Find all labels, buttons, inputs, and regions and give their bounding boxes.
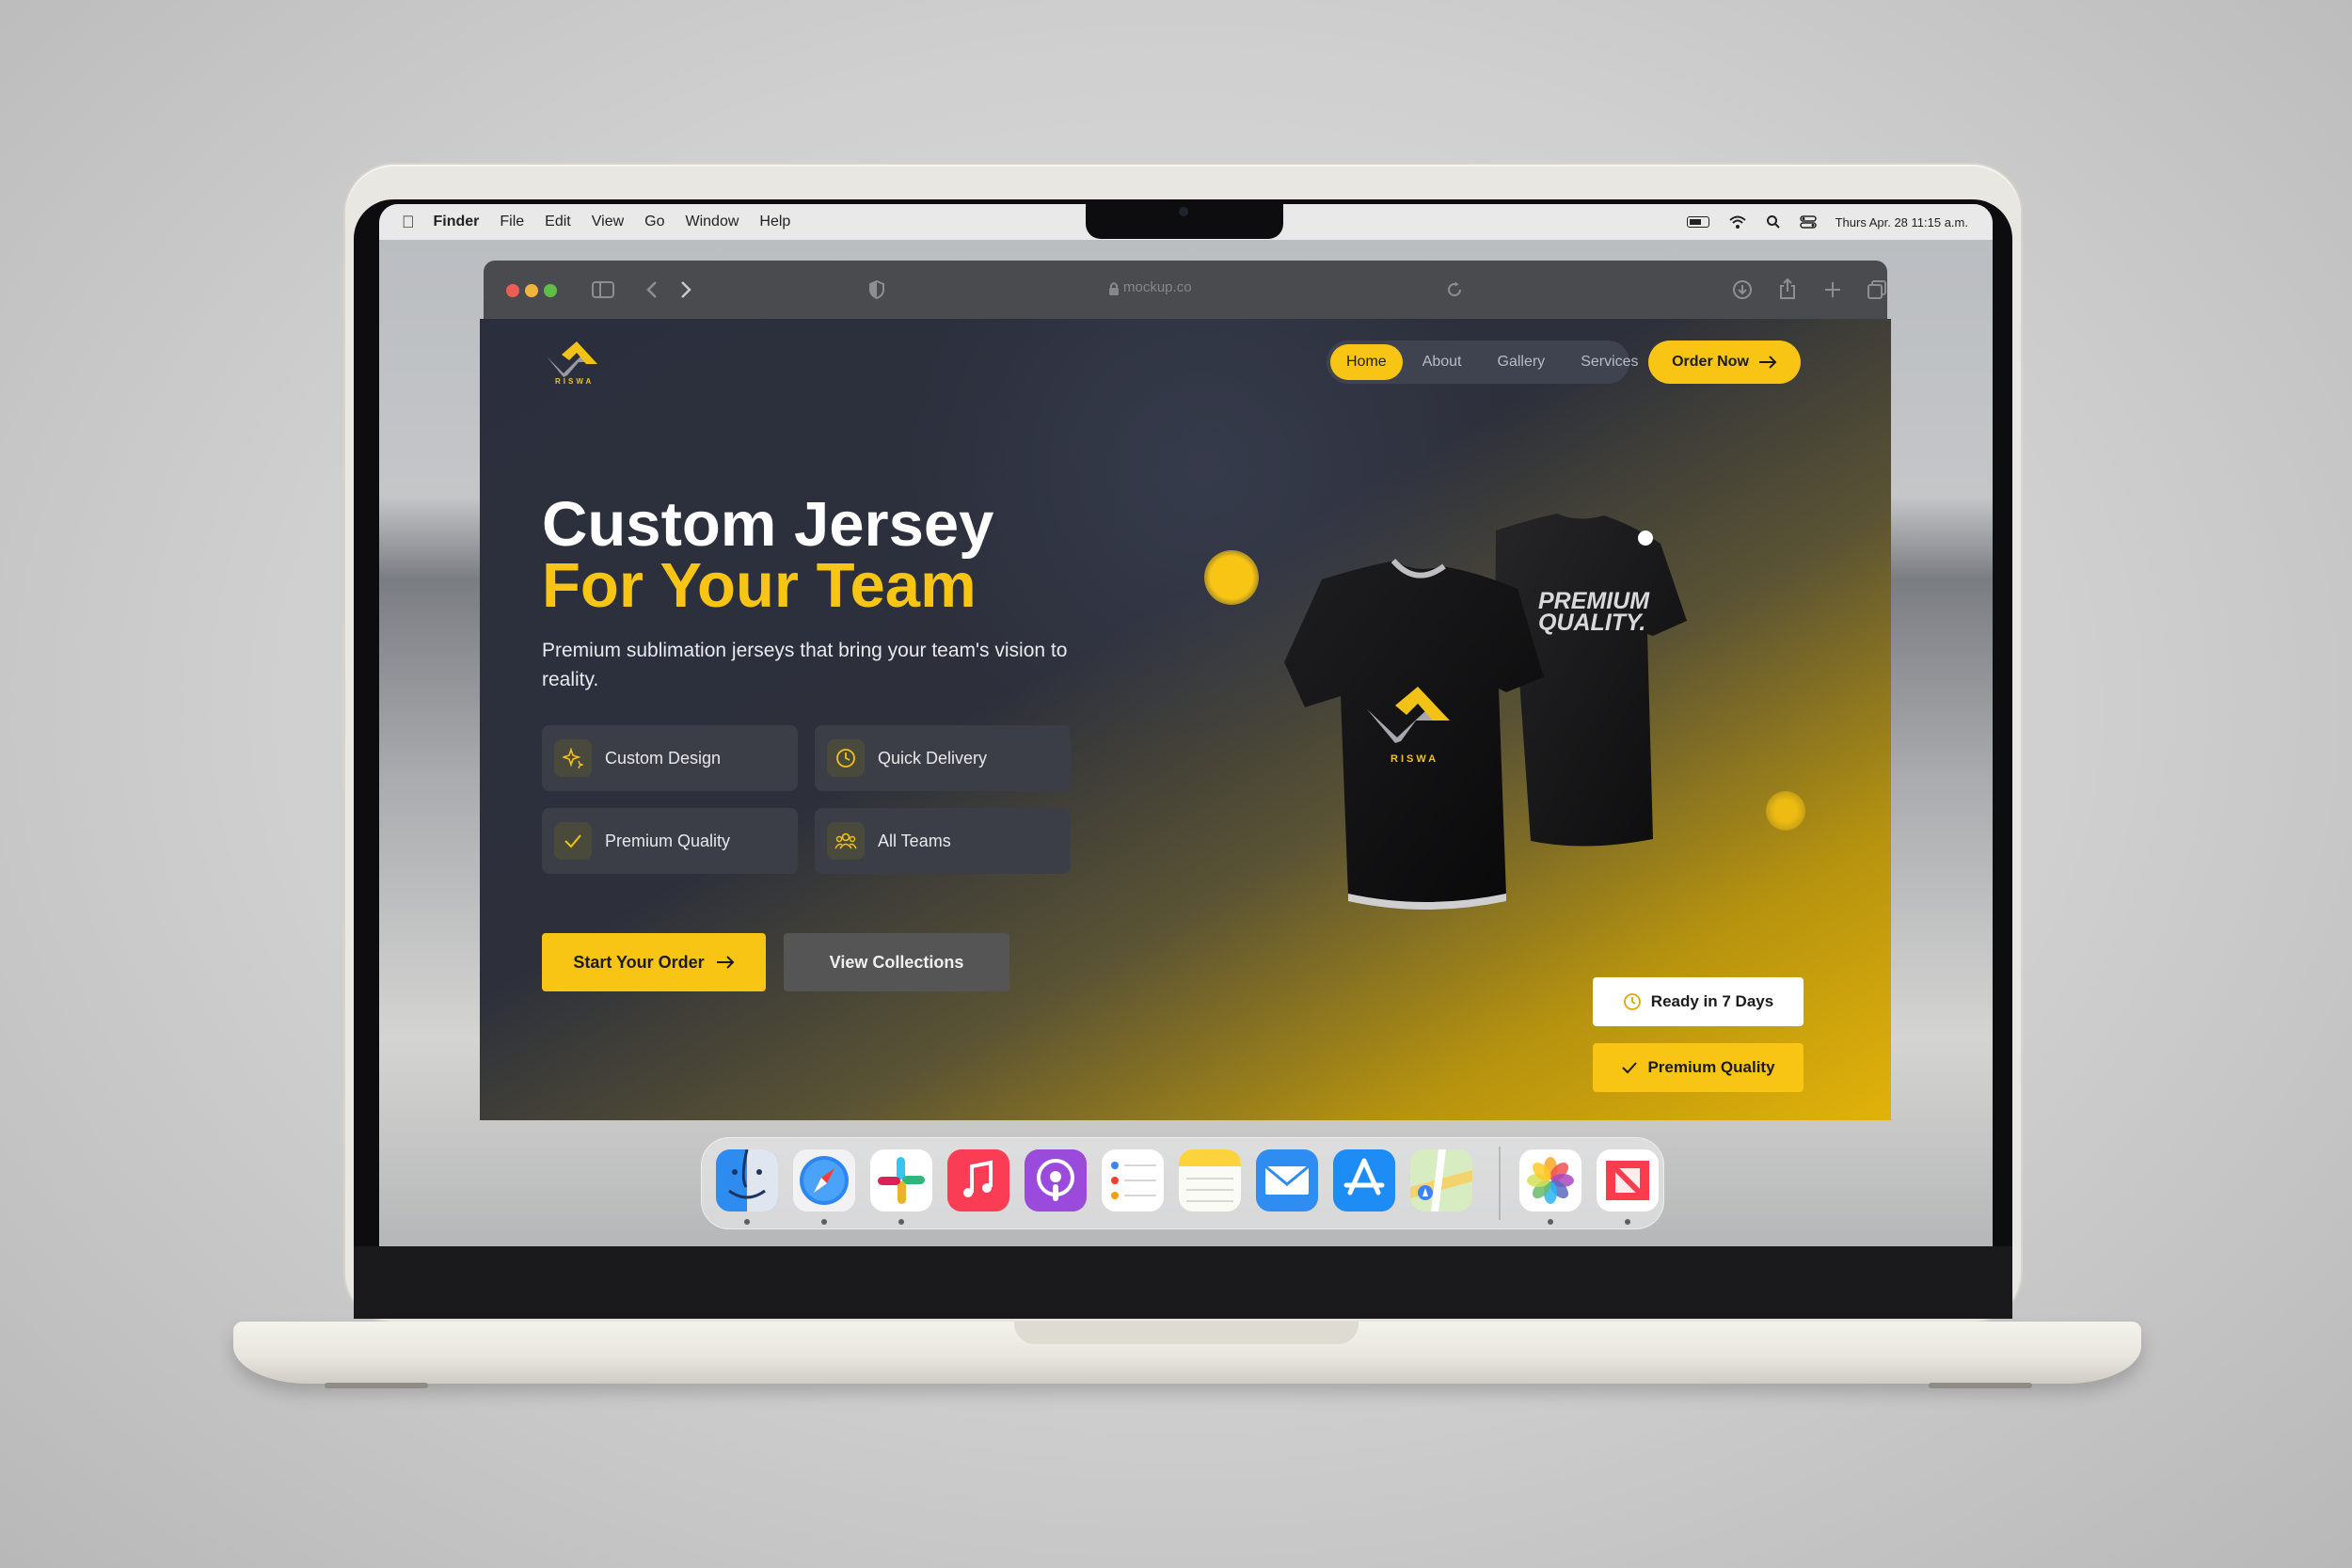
clock-icon bbox=[1623, 993, 1641, 1010]
decorative-yellow-orb bbox=[1204, 550, 1259, 605]
menu-file[interactable]: File bbox=[500, 214, 524, 230]
menu-window[interactable]: Window bbox=[685, 214, 739, 230]
dock-app-maps[interactable] bbox=[1410, 1149, 1472, 1212]
dock-app-music[interactable] bbox=[947, 1149, 1009, 1212]
feature-custom-design: Custom Design bbox=[542, 725, 798, 791]
front-jersey bbox=[1284, 561, 1544, 904]
jersey-back-text-2: QUALITY. bbox=[1538, 610, 1645, 636]
feature-label: Premium Quality bbox=[605, 831, 731, 850]
new-tab-icon[interactable] bbox=[1823, 280, 1842, 299]
dock-app-mail[interactable] bbox=[1256, 1149, 1318, 1212]
dock-separator bbox=[1499, 1147, 1501, 1220]
download-icon[interactable] bbox=[1732, 279, 1753, 300]
feature-quick-delivery: Quick Delivery bbox=[815, 725, 1071, 791]
nav-services[interactable]: Services bbox=[1565, 344, 1654, 380]
close-window-button[interactable] bbox=[506, 284, 519, 297]
running-indicator bbox=[821, 1219, 827, 1225]
dock-app-reminders[interactable] bbox=[1102, 1149, 1164, 1212]
laptop-foot bbox=[325, 1383, 428, 1388]
reload-icon[interactable] bbox=[1446, 281, 1463, 298]
laptop-foot bbox=[1929, 1383, 2032, 1388]
check-icon bbox=[554, 822, 592, 860]
running-indicator bbox=[898, 1219, 904, 1225]
arrow-right-icon bbox=[1758, 356, 1777, 369]
running-indicator bbox=[1548, 1219, 1553, 1225]
menubar-status: Thurs Apr. 28 11:15 a.m. bbox=[1686, 204, 1968, 240]
feature-premium-quality: Premium Quality bbox=[542, 808, 798, 874]
dock bbox=[701, 1137, 1664, 1229]
lock-icon bbox=[1109, 282, 1119, 295]
check-icon bbox=[1622, 1062, 1638, 1074]
camera-notch bbox=[1086, 199, 1283, 239]
nav-home[interactable]: Home bbox=[1330, 344, 1403, 380]
dock-app-finder[interactable] bbox=[716, 1149, 778, 1212]
minimize-window-button[interactable] bbox=[525, 284, 538, 297]
camera-icon bbox=[1179, 207, 1188, 216]
view-collections-button[interactable]: View Collections bbox=[784, 933, 1009, 991]
share-icon[interactable] bbox=[1778, 277, 1797, 300]
nav-gallery[interactable]: Gallery bbox=[1482, 344, 1562, 380]
feature-label: Custom Design bbox=[605, 748, 722, 768]
running-indicator bbox=[744, 1219, 750, 1225]
order-now-label: Order Now bbox=[1672, 354, 1749, 370]
apple-icon[interactable]:  bbox=[402, 213, 415, 232]
menu-go[interactable]: Go bbox=[644, 214, 664, 230]
menu-app-name[interactable]: Finder bbox=[434, 214, 480, 230]
dock-app-safari[interactable] bbox=[793, 1149, 855, 1212]
team-icon bbox=[827, 822, 865, 860]
dock-app-photos[interactable] bbox=[1519, 1149, 1581, 1212]
view-collections-label: View Collections bbox=[829, 952, 964, 972]
main-nav: Home About Gallery Services bbox=[1327, 341, 1639, 384]
nav-about[interactable]: About bbox=[1406, 344, 1478, 380]
running-indicator bbox=[1625, 1219, 1630, 1225]
menu-view[interactable]: View bbox=[592, 214, 624, 230]
browser-toolbar: mockup.co bbox=[484, 261, 1887, 319]
brand-logo-icon[interactable] bbox=[541, 336, 616, 396]
forward-icon[interactable] bbox=[679, 280, 692, 299]
dock-app-notes[interactable] bbox=[1179, 1149, 1241, 1212]
control-center-icon[interactable] bbox=[1799, 215, 1817, 229]
battery-icon[interactable] bbox=[1686, 216, 1709, 228]
back-icon[interactable] bbox=[645, 280, 659, 299]
search-icon[interactable] bbox=[1766, 214, 1781, 230]
start-order-label: Start Your Order bbox=[573, 952, 705, 972]
laptop-open-notch bbox=[1014, 1322, 1359, 1344]
menu-help[interactable]: Help bbox=[759, 214, 790, 230]
decorative-yellow-orb-small bbox=[1766, 791, 1805, 831]
jersey-illustration: PREMIUM QUALITY. RISWA bbox=[1284, 514, 1687, 910]
website-hero: RISWA Home About Gallery Services Order … bbox=[480, 319, 1891, 1120]
headline-line-2: For Your Team bbox=[542, 550, 977, 621]
wifi-icon[interactable] bbox=[1728, 214, 1747, 230]
hero-subheadline: Premium sublimation jerseys that bring y… bbox=[542, 640, 1068, 690]
clock-icon bbox=[827, 739, 865, 777]
address-bar[interactable]: mockup.co bbox=[1123, 279, 1192, 295]
sparkle-icon bbox=[554, 739, 592, 777]
privacy-shield-icon[interactable] bbox=[868, 280, 885, 299]
tab-overview-icon[interactable] bbox=[1867, 279, 1887, 300]
brand-name: RISWA bbox=[555, 377, 595, 386]
menu-edit[interactable]: Edit bbox=[545, 214, 571, 230]
laptop-chin bbox=[354, 1246, 2012, 1319]
ready-badge: Ready in 7 Days bbox=[1593, 977, 1804, 1026]
quality-badge: Premium Quality bbox=[1593, 1043, 1804, 1092]
screen:  Finder File Edit View Go Window Help T bbox=[379, 204, 1993, 1246]
dock-app-news[interactable] bbox=[1597, 1149, 1659, 1212]
zoom-window-button[interactable] bbox=[544, 284, 557, 297]
dock-app-podcasts[interactable] bbox=[1025, 1149, 1087, 1212]
feature-all-teams: All Teams bbox=[815, 808, 1071, 874]
dock-app-app-store[interactable] bbox=[1333, 1149, 1395, 1212]
ready-badge-label: Ready in 7 Days bbox=[1650, 992, 1774, 1010]
dock-app-slack[interactable] bbox=[870, 1149, 932, 1212]
feature-label: All Teams bbox=[878, 831, 951, 850]
quality-badge-label: Premium Quality bbox=[1647, 1058, 1775, 1076]
feature-label: Quick Delivery bbox=[878, 748, 988, 768]
menubar-datetime[interactable]: Thurs Apr. 28 11:15 a.m. bbox=[1836, 215, 1968, 230]
sidebar-toggle-icon[interactable] bbox=[592, 281, 614, 298]
jersey-front-brand: RISWA bbox=[1391, 753, 1438, 765]
arrow-right-icon bbox=[716, 956, 735, 969]
start-order-button[interactable]: Start Your Order bbox=[542, 933, 766, 991]
order-now-button[interactable]: Order Now bbox=[1648, 341, 1801, 384]
